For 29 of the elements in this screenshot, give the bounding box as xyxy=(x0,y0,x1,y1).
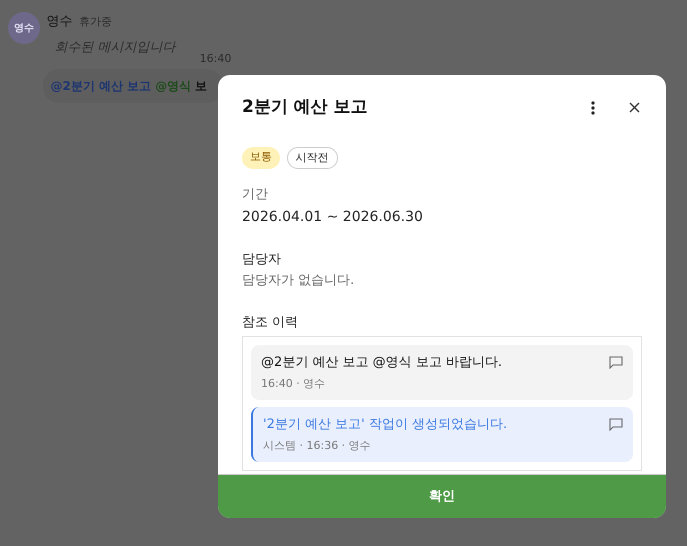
comment-icon xyxy=(609,418,623,431)
comment-icon xyxy=(609,356,623,369)
empty-assignee-text: 담당자가 없습니다. xyxy=(242,272,356,290)
history-message: @2분기 예산 보고 @영식 보고 바랍니다. xyxy=(261,354,502,372)
avatar: 영수 xyxy=(8,12,40,44)
priority-tag: 보통 xyxy=(242,146,280,169)
message-time: 16:40 xyxy=(200,50,232,66)
recalled-message: 회수된 메시지입니다 xyxy=(54,38,176,56)
dialog-title: 2분기 예산 보고 xyxy=(242,96,369,119)
mention-text: @2분기 예산 보고 xyxy=(50,79,152,93)
comment-button[interactable] xyxy=(609,418,623,431)
message-text: 보 xyxy=(195,79,208,93)
status-tag: 시작전 xyxy=(286,146,338,169)
entry-meta: 16:40 · 영수 xyxy=(261,376,326,392)
more-button[interactable] xyxy=(591,100,595,115)
more-icon xyxy=(591,100,595,115)
field-label: 담당자 xyxy=(242,250,282,268)
confirm-button[interactable]: 확인 xyxy=(218,474,666,518)
close-button[interactable] xyxy=(629,102,640,114)
entry-meta: 시스템 · 16:36 · 영수 xyxy=(263,438,372,454)
close-icon xyxy=(629,102,640,114)
user-status: 휴가중 xyxy=(79,14,112,30)
field-label: 기간 xyxy=(242,186,269,204)
mention-text: @영식 xyxy=(155,79,192,93)
field-value: 2026.04.01 ~ 2026.06.30 xyxy=(242,208,424,226)
comment-button[interactable] xyxy=(609,356,623,369)
field-label: 참조 이력 xyxy=(242,314,300,332)
system-message: '2분기 예산 보고' 작업이 생성되었습니다. xyxy=(263,416,508,434)
user-name: 영수 xyxy=(46,13,72,31)
